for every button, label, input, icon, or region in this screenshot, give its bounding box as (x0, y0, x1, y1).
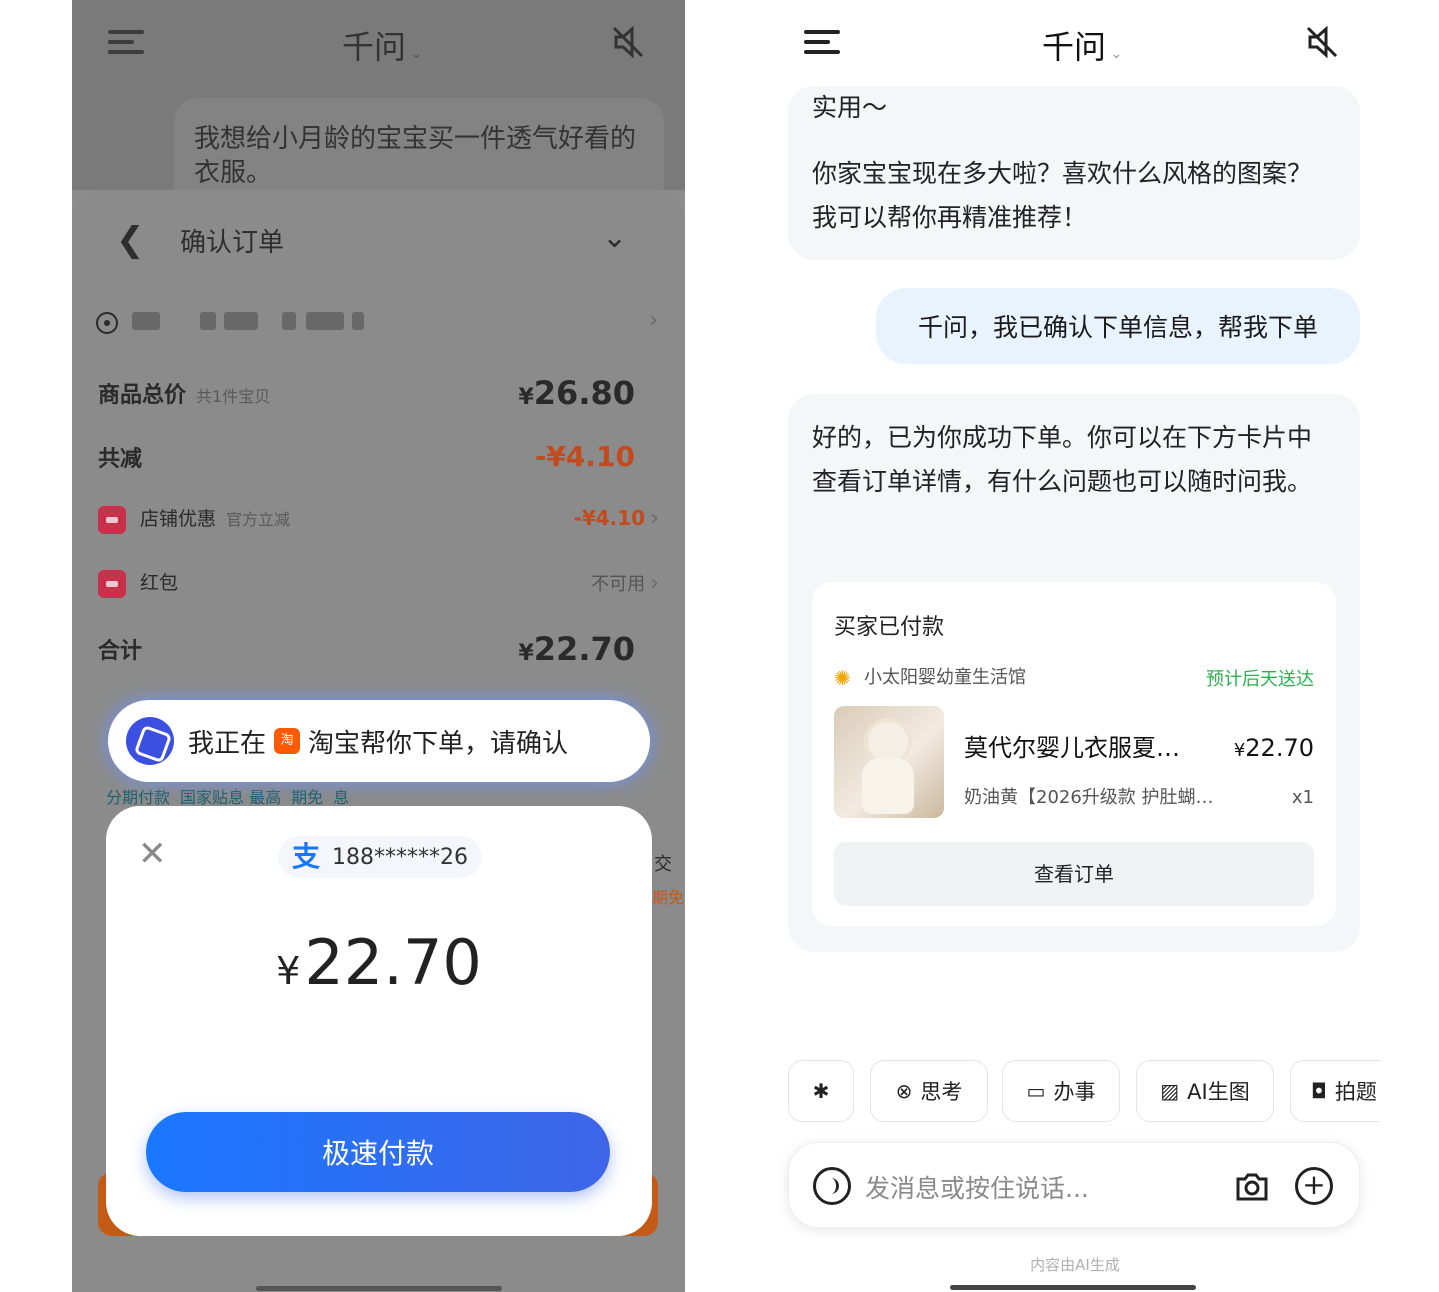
mute-icon[interactable] (608, 22, 648, 62)
agent-status-pill: 我正在 淘 淘宝帮你下单，请确认 (108, 700, 650, 782)
app-title[interactable]: 千问 ⌄ (342, 22, 422, 68)
product-price: ¥22.70 (1233, 734, 1314, 762)
ai-disclaimer: 内容由AI生成 (1030, 1256, 1120, 1274)
mute-icon[interactable] (1302, 22, 1342, 62)
qianwen-logo-icon (126, 717, 174, 765)
user-message-bubble: 千问，我已确认下单信息，帮我下单 (876, 288, 1360, 364)
tool-chip-task[interactable]: ▭ 办事 (1002, 1060, 1120, 1122)
peek-trade-text: 交 (654, 854, 672, 875)
message-input[interactable]: 发消息或按住说话... (865, 1169, 1089, 1205)
product-spec: 奶油黄【2026升级款 护肚蝴… (964, 787, 1214, 808)
address-row[interactable]: › (96, 308, 658, 338)
total-price-row: 商品总价 共1件宝贝 ¥26.80 (98, 374, 635, 412)
order-status: 买家已付款 (834, 615, 945, 640)
chevron-right-icon: › (649, 308, 658, 333)
payment-amount: ¥22.70 (276, 926, 482, 999)
tool-chip-sparkle[interactable]: ✱ (788, 1060, 854, 1122)
close-icon[interactable]: ✕ (138, 834, 167, 874)
shop-discount-row[interactable]: 店铺优惠 官方立减 -¥4.10 › (98, 504, 659, 534)
image-gen-icon: ▨ (1160, 1079, 1180, 1103)
tool-chip-photo-question[interactable]: ◘ 拍题 (1290, 1060, 1380, 1122)
left-header-dimmed: 千问 ⌄ 我想给小月龄的宝宝买一件透气好看的衣服。 (72, 0, 685, 208)
app-title[interactable]: 千问 ⌄ (1042, 22, 1122, 68)
total-discount-row: 共减 -¥4.10 (98, 440, 635, 473)
tool-chip-think[interactable]: ⊗ 思考 (870, 1060, 988, 1122)
back-icon[interactable]: ❮ (116, 220, 145, 260)
shop-name[interactable]: ✺ 小太阳婴幼童生活馆 (834, 656, 1026, 700)
home-indicator[interactable] (256, 1286, 502, 1291)
menu-icon[interactable] (108, 30, 144, 54)
fast-pay-button[interactable]: 极速付款 (146, 1112, 610, 1192)
red-packet-row[interactable]: 红包 不可用 › (98, 568, 659, 598)
location-pin-icon (96, 312, 118, 334)
chevron-right-icon: › (650, 570, 659, 596)
chevron-right-icon: › (650, 506, 659, 532)
ai-message-bubble: 实用～ 你家宝宝现在多大啦？喜欢什么风格的图案？ 我可以帮你再精准推荐！ (788, 86, 1360, 260)
order-card[interactable]: 买家已付款 ✺ 小太阳婴幼童生活馆 预计后天送达 莫代尔婴儿衣服夏… ¥22.7… (812, 582, 1336, 926)
ai-message-text: 好的，已为你成功下单。你可以在下方卡片中查看订单详情，有什么问题也可以随时问我。 (812, 423, 1313, 496)
right-phone-screen: 千问 ⌄ 实用～ 你家宝宝现在多大啦？喜欢什么风格的图案？ 我可以帮你再精准推荐… (770, 0, 1380, 1292)
shop-logo-icon: ✺ (834, 666, 851, 690)
ai-message-bubble: 好的，已为你成功下单。你可以在下方卡片中查看订单详情，有什么问题也可以随时问我。… (788, 394, 1360, 952)
voice-icon[interactable] (813, 1167, 851, 1205)
alipay-icon: 支 (292, 840, 321, 873)
grand-total-row: 合计 ¥22.70 (98, 630, 635, 668)
taobao-icon: 淘 (274, 728, 301, 754)
left-phone-screen: 千问 ⌄ 我想给小月龄的宝宝买一件透气好看的衣服。 ❮ 确认订单 ⌄ › 商品总… (72, 0, 685, 1292)
red-packet-icon (98, 569, 126, 598)
tool-chip-ai-image[interactable]: ▨ AI生图 (1136, 1060, 1274, 1122)
installment-option[interactable]: 分期付款 国家贴息 最高 期免息 (96, 784, 349, 808)
message-input-bar: 发消息或按住说话... + (788, 1142, 1360, 1228)
think-icon: ⊗ (895, 1079, 913, 1103)
sparkle-icon: ✱ (812, 1079, 830, 1103)
sheet-title: 确认订单 (180, 228, 285, 258)
payment-dialog: ✕ 支 188******26 ¥22.70 极速付款 (106, 806, 652, 1236)
task-icon: ▭ (1026, 1079, 1046, 1103)
delivery-eta: 预计后天送达 (1206, 669, 1314, 690)
coupon-icon (98, 505, 126, 534)
photo-question-icon: ◘ (1311, 1079, 1327, 1103)
screenshot-root: 千问 ⌄ 我想给小月龄的宝宝买一件透气好看的衣服。 ❮ 确认订单 ⌄ › 商品总… (0, 0, 1439, 1292)
view-order-button[interactable]: 查看订单 (834, 842, 1314, 906)
product-name: 莫代尔婴儿衣服夏… (964, 734, 1180, 762)
payment-account[interactable]: 支 188******26 (278, 836, 482, 878)
peek-free-text: 期免 (652, 888, 685, 907)
menu-icon[interactable] (804, 30, 840, 54)
tool-chip-bar: ✱ ⊗ 思考 ▭ 办事 ▨ AI生图 ◘ 拍题 (788, 1060, 1380, 1122)
home-indicator[interactable] (950, 1285, 1196, 1290)
product-thumbnail[interactable] (834, 706, 944, 818)
plus-icon[interactable]: + (1295, 1167, 1333, 1205)
chevron-down-icon[interactable]: ⌄ (602, 220, 627, 255)
camera-icon[interactable] (1233, 1167, 1271, 1205)
product-quantity: x1 (1291, 787, 1314, 808)
